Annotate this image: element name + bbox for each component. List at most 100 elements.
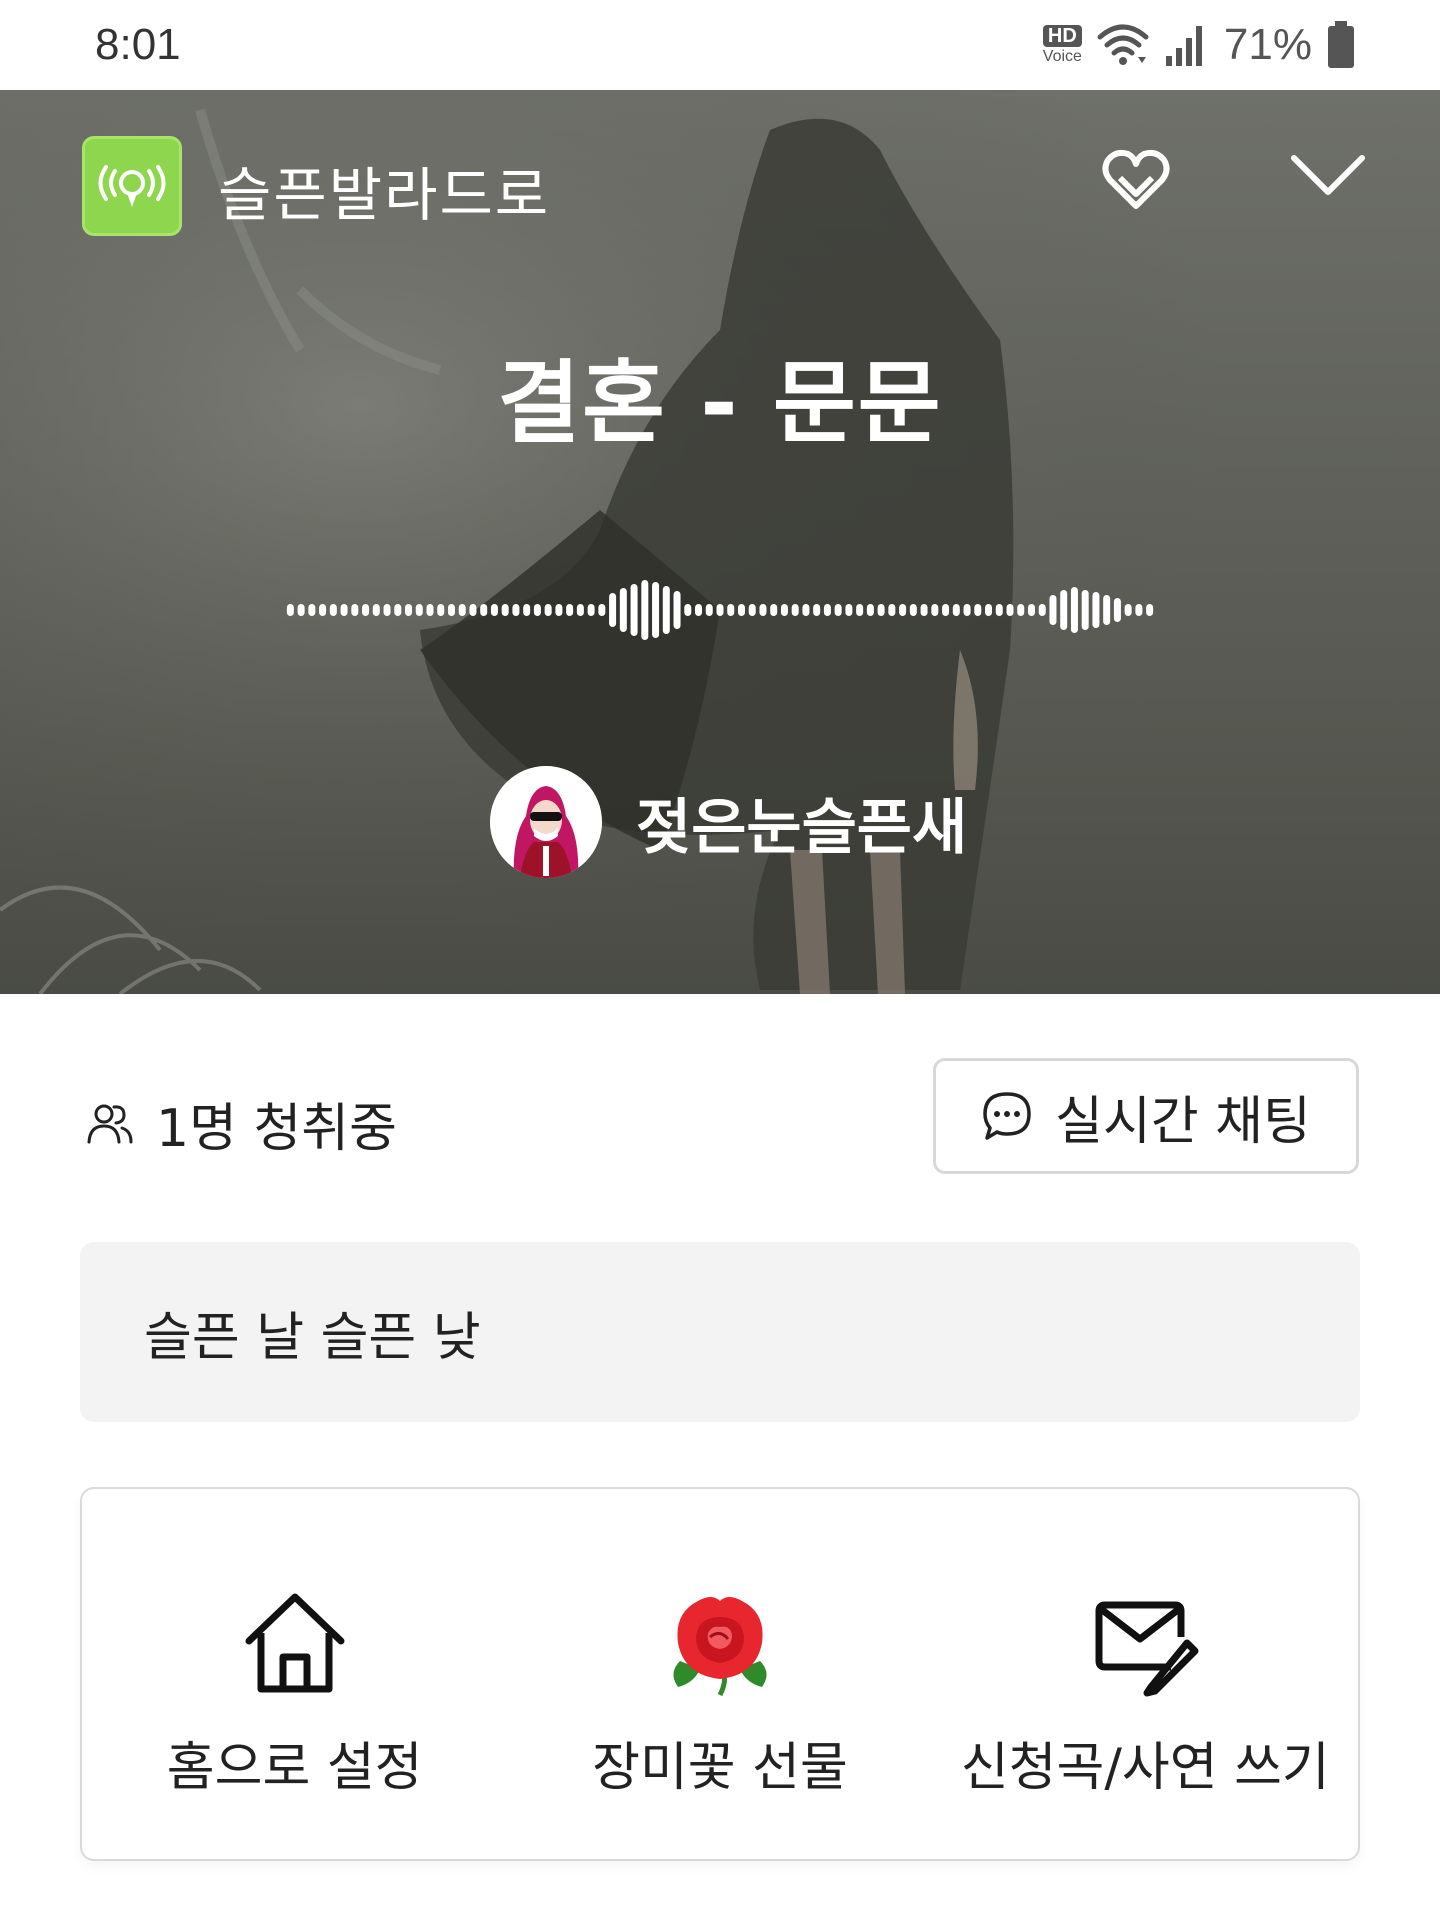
channel-info: 1명 청취중 실시간 채팅 슬픈 날 슬픈 낮 홈으로 설정 장미꽃 선물 신청… xyxy=(0,994,1440,1917)
status-bar: 8:01 HD Voice 71% xyxy=(0,0,1440,90)
status-time: 8:01 xyxy=(95,20,181,69)
waveform-bar xyxy=(845,604,853,616)
waveform-bar xyxy=(1038,604,1046,616)
station-name[interactable]: 슬픈발라드로 xyxy=(218,148,550,232)
waveform-bar xyxy=(1124,604,1132,616)
waveform-bar xyxy=(437,604,445,616)
set-home-button[interactable]: 홈으로 설정 xyxy=(82,1489,507,1859)
waveform-bar xyxy=(652,582,660,638)
waveform-bar xyxy=(308,604,316,616)
waveform-bar xyxy=(469,604,477,616)
waveform-bar xyxy=(405,604,413,616)
waveform-bar xyxy=(673,591,681,629)
signal-icon xyxy=(1165,26,1202,66)
heart-icon[interactable] xyxy=(1100,148,1172,214)
waveform-bar xyxy=(780,604,788,616)
waveform-bar xyxy=(662,586,670,634)
waveform-bar xyxy=(533,604,541,616)
request-song-button[interactable]: 신청곡/사연 쓰기 xyxy=(933,1489,1358,1859)
gift-rose-button[interactable]: 장미꽃 선물 xyxy=(507,1489,932,1859)
request-song-label: 신청곡/사연 쓰기 xyxy=(960,1738,1330,1798)
waveform-bar xyxy=(329,604,337,616)
waveform-bar xyxy=(340,604,348,616)
waveform-bar xyxy=(576,604,584,616)
dj-name[interactable]: 젖은눈슬픈새 xyxy=(636,779,967,866)
waveform-bar xyxy=(566,604,574,616)
waveform-bar xyxy=(705,604,713,616)
waveform-bar xyxy=(909,604,917,616)
avatar[interactable] xyxy=(490,766,602,878)
waveform-bar xyxy=(512,604,520,616)
people-icon xyxy=(87,1104,133,1143)
waveform-bar xyxy=(823,604,831,616)
waveform-bar xyxy=(609,593,617,627)
waveform-bar xyxy=(415,604,423,616)
waveform-bar xyxy=(748,604,756,616)
waveform-bar xyxy=(963,604,971,616)
waveform-bar xyxy=(372,604,380,616)
waveform-bar xyxy=(684,604,692,616)
waveform-bar xyxy=(1135,604,1143,616)
listener-count: 1명 청취중 xyxy=(86,1086,397,1161)
wifi-icon xyxy=(1097,24,1149,65)
hd-voice-icon: HD Voice xyxy=(1043,25,1082,65)
home-icon xyxy=(245,1593,345,1693)
waveform-bar xyxy=(695,604,703,616)
waveform-bar xyxy=(737,604,745,616)
waveform-bar xyxy=(866,604,874,616)
waveform-bar xyxy=(770,604,778,616)
waveform-bar xyxy=(899,604,907,616)
waveform-bar xyxy=(877,604,885,616)
waveform-bar xyxy=(1092,592,1100,628)
chat-bubble-icon xyxy=(983,1092,1031,1140)
waveform-bar xyxy=(1113,598,1121,622)
waveform-bar xyxy=(297,604,305,616)
waveform-bar xyxy=(501,604,509,616)
battery-percent: 71% xyxy=(1223,20,1312,69)
dj-info[interactable]: 젖은눈슬픈새 xyxy=(490,766,967,878)
waveform-bar xyxy=(383,604,391,616)
listener-count-text: 1명 청취중 xyxy=(156,1099,397,1159)
waveform-bar xyxy=(1006,604,1014,616)
waveform-bar xyxy=(286,604,294,616)
waveform-bar xyxy=(587,604,595,616)
waveform-bar xyxy=(813,604,821,616)
waveform-bar xyxy=(555,604,563,616)
voice-label: Voice xyxy=(1042,48,1082,65)
waveform-bar xyxy=(974,604,982,616)
live-chat-button[interactable]: 실시간 채팅 xyxy=(933,1058,1359,1174)
waveform-bar xyxy=(619,588,627,632)
waveform-bar xyxy=(362,604,370,616)
channel-notice-text: 슬픈 날 슬픈 낮 xyxy=(144,1307,481,1368)
waveform-bar xyxy=(1146,604,1154,616)
chevron-down-icon[interactable] xyxy=(1290,150,1366,200)
waveform-bar xyxy=(834,604,842,616)
waveform-bar xyxy=(426,604,434,616)
waveform-bar xyxy=(1027,604,1035,616)
waveform-bar xyxy=(1070,587,1078,633)
screen: 8:01 HD Voice 71% 슬픈발라드로 결혼 - 문문 젖은눈슬픈새 … xyxy=(0,0,1440,1917)
channel-notice: 슬픈 날 슬픈 낮 xyxy=(80,1242,1360,1422)
waveform-bar xyxy=(952,604,960,616)
waveform-bar xyxy=(727,604,735,616)
hd-label: HD xyxy=(1042,25,1082,47)
waveform-bar xyxy=(856,604,864,616)
waveform-bar xyxy=(641,580,649,640)
waveform-bar xyxy=(888,604,896,616)
waveform-bar xyxy=(544,604,552,616)
waveform-bar xyxy=(942,604,950,616)
waveform-bar xyxy=(1081,590,1089,630)
player-hero: 슬픈발라드로 결혼 - 문문 젖은눈슬픈새 xyxy=(0,90,1440,994)
rose-icon xyxy=(673,1597,767,1697)
waveform-bar xyxy=(995,604,1003,616)
waveform-bar xyxy=(447,604,455,616)
song-title: 결혼 - 문문 xyxy=(497,351,943,456)
actions-card: 홈으로 설정 장미꽃 선물 신청곡/사연 쓰기 xyxy=(80,1487,1360,1861)
waveform-bar xyxy=(716,604,724,616)
waveform-bar xyxy=(985,604,993,616)
broadcast-icon xyxy=(82,136,182,236)
waveform-bar xyxy=(920,604,928,616)
live-chat-label: 실시간 채팅 xyxy=(1055,1091,1311,1152)
waveform-bar xyxy=(523,604,531,616)
waveform-bar xyxy=(319,604,327,616)
